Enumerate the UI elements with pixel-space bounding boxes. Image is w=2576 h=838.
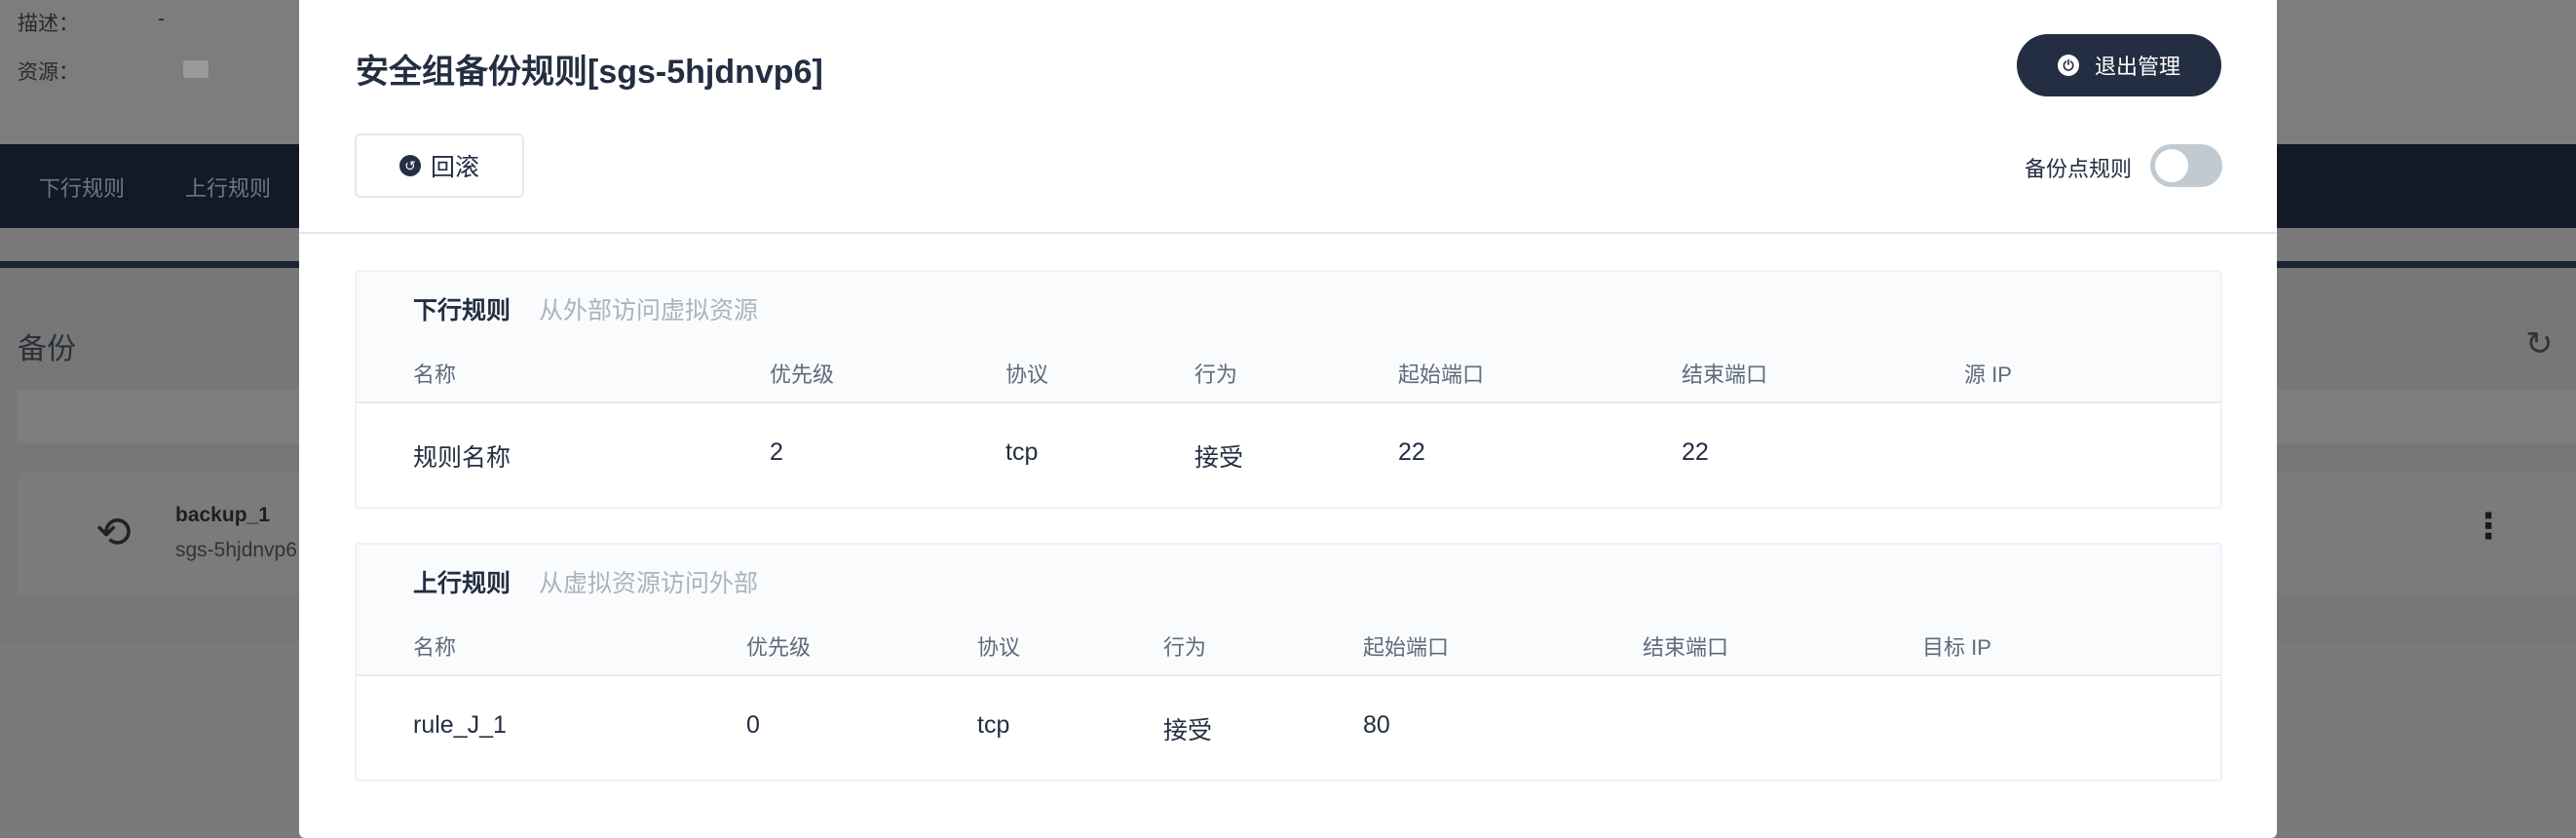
backup-group: sgs-5hjdnvp6 — [175, 539, 297, 561]
ingress-rules-header: 下行规则 从外部访问虚拟资源 — [413, 291, 758, 326]
modal-title: 安全组备份规则[sgs-5hjdnvp6] — [356, 54, 823, 91]
backup-section-title: 备份 — [18, 333, 76, 365]
cell-priority: 2 — [770, 438, 783, 466]
nav-tab-egress[interactable]: 上行规则 — [185, 171, 271, 203]
ingress-columns: 名称 优先级 协议 行为 起始端口 结束端口 源 IP — [357, 350, 2220, 403]
column-protocol: 协议 — [1005, 362, 1049, 387]
exit-management-button[interactable]: ⏻ 退出管理 — [2017, 34, 2221, 96]
column-start-port: 起始端口 — [1363, 635, 1450, 660]
cell-name: 规则名称 — [413, 444, 511, 472]
column-end-port: 结束端口 — [1643, 635, 1729, 660]
column-target-ip: 目标 IP — [1922, 635, 1991, 660]
cell-protocol: tcp — [977, 711, 1010, 739]
history-icon: ⟲ — [95, 509, 132, 556]
cell-start-port: 80 — [1363, 711, 1390, 739]
column-action: 行为 — [1163, 635, 1207, 660]
column-name: 名称 — [413, 635, 457, 660]
description-value: - — [158, 8, 165, 30]
table-row: 规则名称 2 tcp 接受 22 22 — [357, 403, 2220, 507]
backup-name: backup_1 — [175, 504, 270, 526]
nav-tab-ingress[interactable]: 下行规则 — [39, 171, 125, 203]
egress-columns: 名称 优先级 协议 行为 起始端口 结束端口 目标 IP — [357, 623, 2220, 676]
column-action: 行为 — [1194, 362, 1238, 387]
ingress-rules-desc: 从外部访问虚拟资源 — [538, 297, 758, 324]
rollback-icon: ↺ — [398, 155, 421, 176]
exit-management-label: 退出管理 — [2094, 55, 2180, 79]
column-name: 名称 — [413, 362, 457, 387]
more-icon[interactable]: ⋮ — [2471, 506, 2506, 547]
egress-rules-desc: 从虚拟资源访问外部 — [538, 570, 758, 597]
column-end-port: 结束端口 — [1682, 362, 1768, 387]
egress-rules-title: 上行规则 — [413, 570, 511, 597]
rollback-label: 回滚 — [430, 154, 479, 181]
backup-point-rules-toggle[interactable] — [2150, 144, 2222, 187]
description-row: 描述： - — [18, 8, 165, 37]
modal-header: 安全组备份规则[sgs-5hjdnvp6] ⏻ 退出管理 ↺ 回滚 备份点规则 — [299, 0, 2277, 234]
egress-rules-header: 上行规则 从虚拟资源访问外部 — [413, 564, 758, 599]
column-source-ip: 源 IP — [1964, 362, 2012, 387]
table-row: rule_J_1 0 tcp 接受 80 — [357, 676, 2220, 780]
cell-start-port: 22 — [1398, 438, 1425, 466]
backup-point-rules-label: 备份点规则 — [2025, 157, 2133, 181]
cell-priority: 0 — [746, 711, 760, 739]
toggle-knob — [2155, 149, 2188, 182]
ingress-rules-title: 下行规则 — [413, 297, 511, 324]
column-priority: 优先级 — [746, 635, 812, 660]
column-priority: 优先级 — [770, 362, 835, 387]
refresh-icon[interactable]: ↻ — [2525, 324, 2554, 363]
resource-label: 资源： — [18, 61, 79, 84]
egress-rules-card: 上行规则 从虚拟资源访问外部 名称 优先级 协议 行为 起始端口 结束端口 目标… — [355, 543, 2222, 781]
resource-row: 资源： — [18, 57, 208, 86]
description-label: 描述： — [18, 13, 79, 35]
cell-action: 接受 — [1194, 444, 1244, 472]
column-start-port: 起始端口 — [1398, 362, 1485, 387]
cell-action: 接受 — [1163, 717, 1213, 744]
column-protocol: 协议 — [977, 635, 1021, 660]
power-icon: ⏻ — [2057, 55, 2079, 76]
ingress-rules-card: 下行规则 从外部访问虚拟资源 名称 优先级 协议 行为 起始端口 结束端口 源 … — [355, 270, 2222, 509]
rollback-button[interactable]: ↺ 回滚 — [355, 133, 524, 198]
resource-icon — [183, 60, 208, 78]
backup-rules-modal: 安全组备份规则[sgs-5hjdnvp6] ⏻ 退出管理 ↺ 回滚 备份点规则 … — [299, 0, 2277, 838]
cell-name: rule_J_1 — [413, 711, 507, 739]
cell-protocol: tcp — [1005, 438, 1039, 466]
cell-end-port: 22 — [1682, 438, 1709, 466]
